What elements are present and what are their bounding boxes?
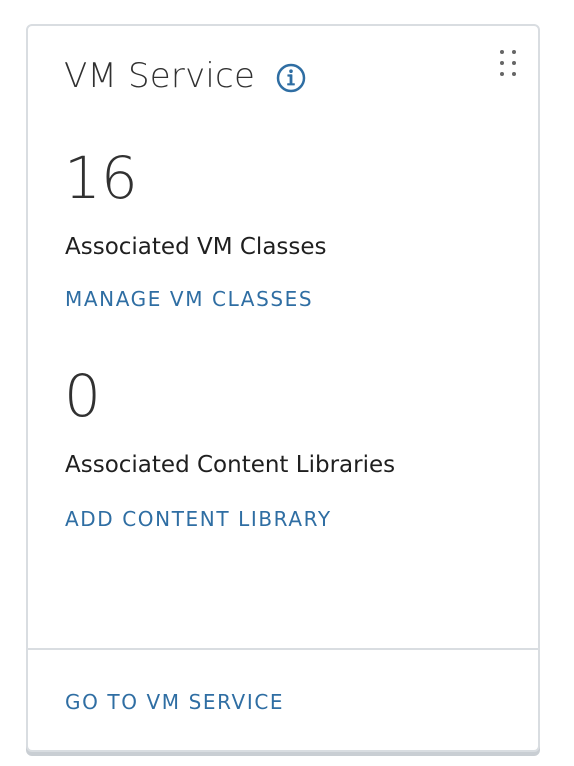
go-to-vm-service-link[interactable]: GO TO VM SERVICE	[65, 689, 284, 715]
footer-divider	[28, 648, 538, 650]
content-libraries-count: 0	[64, 362, 101, 430]
drag-dot	[512, 61, 516, 65]
vm-service-card: VM Service 16 Associated VM Classes MANA…	[26, 24, 540, 752]
manage-vm-classes-link[interactable]: MANAGE VM CLASSES	[65, 286, 313, 312]
card-title: VM Service	[64, 56, 256, 96]
drag-dot	[500, 61, 504, 65]
card-header: VM Service	[64, 54, 307, 98]
vm-classes-label: Associated VM Classes	[65, 234, 327, 260]
drag-dot	[512, 50, 516, 54]
drag-dot	[500, 72, 504, 76]
add-content-library-link[interactable]: ADD CONTENT LIBRARY	[65, 506, 332, 532]
info-icon[interactable]	[275, 62, 307, 94]
drag-dot	[500, 50, 504, 54]
drag-handle-icon[interactable]	[500, 50, 518, 80]
vm-classes-count: 16	[64, 144, 138, 212]
content-libraries-label: Associated Content Libraries	[65, 452, 396, 478]
drag-dot	[512, 72, 516, 76]
